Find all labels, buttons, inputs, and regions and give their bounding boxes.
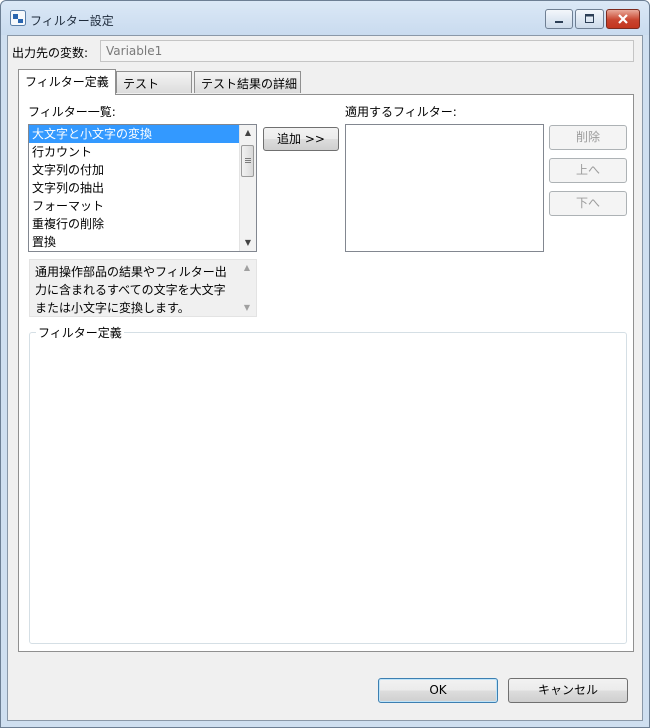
output-variable-label: 出力先の変数: [12, 46, 89, 60]
maximize-icon [585, 14, 594, 23]
filter-list[interactable]: 大文字と小文字の変換 行カウント 文字列の付加 文字列の抽出 フォーマット 重複… [28, 124, 257, 252]
output-variable-field[interactable]: Variable1 [100, 40, 634, 62]
filter-definition-panel: フィルター一覧: 大文字と小文字の変換 行カウント 文字列の付加 文字列の抽出 … [18, 94, 634, 652]
tab-label: テスト [123, 77, 160, 91]
description-text: 通用操作部品の結果やフィルター出 力に含まれるすべての文字を大文字 または小文字… [35, 263, 241, 317]
description-line: 通用操作部品の結果やフィルター出 [35, 265, 227, 279]
tab-test[interactable]: テスト [116, 71, 192, 93]
description-line: または小文字に変換します。 [35, 301, 190, 315]
description-line: 力に含まれるすべての文字を大文字 [35, 283, 226, 297]
scroll-up-arrow-icon[interactable]: ▲ [240, 125, 256, 141]
title-bar[interactable]: フィルター設定 [1, 1, 649, 35]
tab-label: フィルター定義 [25, 75, 109, 89]
applied-filters-list[interactable] [345, 124, 544, 252]
move-down-button[interactable]: 下へ [549, 191, 627, 216]
filter-list-scrollbar[interactable]: ▲ ▼ [239, 125, 256, 251]
minimize-button[interactable] [545, 9, 573, 29]
list-item[interactable]: 置換 [29, 233, 256, 251]
filter-description: 通用操作部品の結果やフィルター出 力に含まれるすべての文字を大文字 または小文字… [29, 259, 257, 317]
delete-button[interactable]: 削除 [549, 125, 627, 150]
filter-list-label: フィルター一覧: [28, 105, 116, 119]
ok-button[interactable]: OK [378, 678, 498, 703]
description-scrollbar[interactable]: ▲ ▼ [239, 260, 256, 316]
cancel-button[interactable]: キャンセル [508, 678, 628, 703]
list-item[interactable]: フォーマット [29, 197, 256, 215]
dialog-body: 出力先の変数: Variable1 フィルター定義 テスト テスト結果の詳細 フ… [7, 35, 643, 721]
move-up-button[interactable]: 上へ [549, 158, 627, 183]
dialog-window: フィルター設定 出力先の変数: Variable1 フィルター定義 テスト テス… [0, 0, 650, 728]
tab-test-result-details[interactable]: テスト結果の詳細 [194, 71, 301, 93]
app-icon [10, 10, 26, 26]
scroll-down-arrow-icon[interactable]: ▼ [240, 235, 256, 251]
add-filter-button[interactable]: 追加 >> [263, 127, 339, 151]
tab-label: テスト結果の詳細 [201, 77, 298, 91]
list-item[interactable]: 重複行の削除 [29, 215, 256, 233]
close-button[interactable] [606, 9, 640, 29]
list-item[interactable]: 大文字と小文字の変換 [29, 125, 256, 143]
minimize-icon [555, 21, 563, 23]
list-item[interactable]: 行カウント [29, 143, 256, 161]
tab-filter-definition[interactable]: フィルター定義 [18, 69, 116, 95]
scroll-up-arrow-icon[interactable]: ▲ [239, 260, 255, 276]
scroll-thumb[interactable] [241, 145, 254, 177]
group-title: フィルター定義 [36, 324, 124, 341]
filter-definition-group: フィルター定義 [29, 324, 627, 644]
window-title: フィルター設定 [30, 14, 114, 28]
list-item[interactable]: 文字列の付加 [29, 161, 256, 179]
list-item[interactable]: 文字列の抽出 [29, 179, 256, 197]
scroll-down-arrow-icon[interactable]: ▼ [239, 300, 255, 316]
close-icon [618, 14, 628, 24]
maximize-button[interactable] [575, 9, 604, 29]
applied-filters-label: 適用するフィルター: [345, 105, 457, 119]
